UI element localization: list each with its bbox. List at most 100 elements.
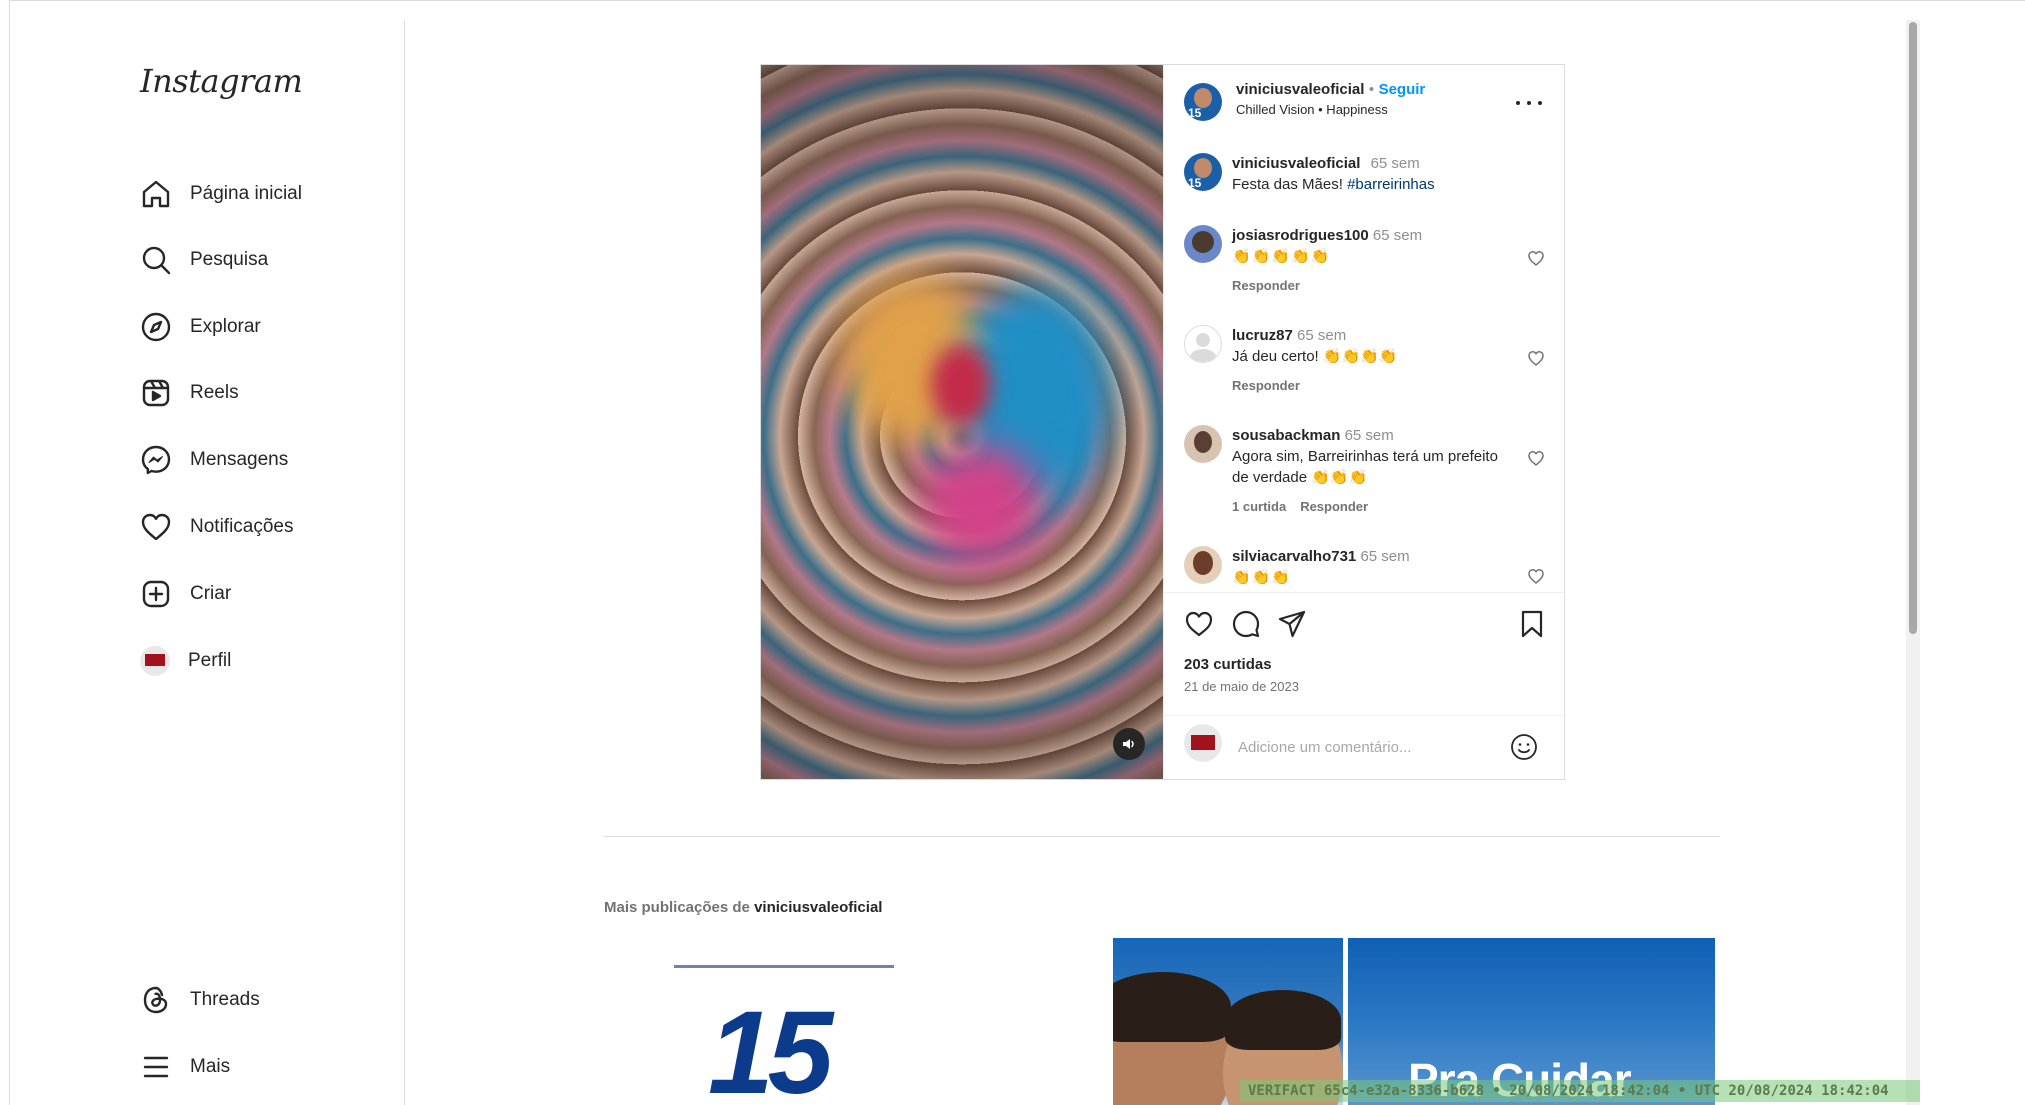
nav-messages-label: Mensagens (190, 449, 289, 470)
author-avatar[interactable] (1184, 83, 1222, 121)
sidebar: Instagram Página inicial Pesquisa Explor… (10, 20, 405, 1105)
nav-threads[interactable]: Threads (140, 980, 400, 1020)
comment-avatar[interactable] (1184, 425, 1222, 463)
post-video[interactable] (761, 65, 1163, 779)
nav-notifications[interactable]: Notificações (140, 507, 400, 547)
audio-toggle-button[interactable] (1113, 728, 1145, 760)
dot (1516, 101, 1520, 105)
instagram-logo[interactable]: Instagram (140, 62, 303, 100)
threads-icon (143, 986, 168, 1014)
nav-notifications-label: Notificações (190, 516, 294, 537)
verification-stamp: VERIFACT 65c4-e32a-8336-b628 • 20/08/202… (1240, 1080, 1920, 1102)
more-posts-heading: Mais publicações de viniciusvaleoficial (604, 899, 882, 916)
add-comment-bar (1164, 715, 1565, 780)
comment-time: 65 sem (1372, 227, 1423, 244)
window-top-border (0, 0, 2025, 1)
comment-time: 65 sem (1297, 327, 1347, 344)
caption-time: 65 sem (1370, 155, 1420, 172)
comment-input[interactable] (1236, 734, 1500, 760)
comment-text: Agora sim, Barreirinhas terá um prefeito… (1232, 448, 1498, 486)
nav-threads-label: Threads (190, 989, 260, 1010)
reply-button[interactable]: Responder (1232, 278, 1300, 293)
comment-avatar[interactable] (1184, 546, 1222, 584)
thumbnail-person-hair (1225, 990, 1341, 1050)
bookmark-icon[interactable] (1517, 609, 1547, 639)
more-posts-username[interactable]: viniciusvaleoficial (754, 899, 882, 916)
post-card: viniciusvaleoficial • Seguir Chilled Vis… (760, 64, 1565, 780)
author-username[interactable]: viniciusvaleoficial (1236, 81, 1364, 98)
comment-like-heart-icon[interactable] (1527, 249, 1545, 267)
comment-likes-count[interactable]: 1 curtida (1232, 499, 1286, 514)
follow-button[interactable]: Seguir (1379, 81, 1426, 98)
nav-search-label: Pesquisa (190, 249, 269, 270)
comment-username[interactable]: sousabackman (1232, 427, 1340, 444)
nav-profile[interactable]: Perfil (140, 641, 400, 681)
window-left-border (0, 0, 10, 1105)
thumbnail-person-hair (1113, 972, 1231, 1042)
comment-username[interactable]: silviacarvalho731 (1232, 548, 1356, 565)
nav-home[interactable]: Página inicial (140, 174, 400, 214)
post-date: 21 de maio de 2023 (1184, 679, 1299, 694)
home-icon (142, 180, 170, 208)
speaker-icon (1123, 739, 1134, 749)
comment-bubble-icon[interactable] (1231, 609, 1261, 639)
post-actions: 203 curtidas 21 de maio de 2023 (1164, 592, 1565, 694)
nav-more-label: Mais (190, 1056, 231, 1077)
caption-text-line: Festa das Mães! #barreirinhas (1232, 174, 1512, 195)
reply-button[interactable]: Responder (1300, 499, 1368, 514)
comment-like-heart-icon[interactable] (1527, 349, 1545, 367)
post-header: viniciusvaleoficial • Seguir Chilled Vis… (1164, 65, 1565, 141)
comment-text: 👏👏👏 (1232, 569, 1292, 586)
thumbnail-number: 15 (708, 987, 833, 1105)
post-sidebar: viniciusvaleoficial • Seguir Chilled Vis… (1163, 65, 1565, 779)
nav-explore[interactable]: Explorar (140, 307, 400, 347)
nav-create[interactable]: Criar (140, 574, 400, 614)
caption-avatar[interactable] (1184, 153, 1222, 191)
profile-avatar-icon (140, 646, 170, 676)
comment-avatar[interactable] (1184, 225, 1222, 263)
reply-button[interactable]: Responder (1232, 378, 1300, 393)
comment-body: silviacarvalho731 65 sem 👏👏👏 (1232, 546, 1512, 588)
comments-list[interactable]: viniciusvaleoficial 65 sem Festa das Mãe… (1164, 141, 1565, 657)
comment-time: 65 sem (1360, 548, 1410, 565)
page-scrollbar-thumb[interactable] (1909, 22, 1917, 634)
audio-track[interactable]: Chilled Vision • Happiness (1236, 102, 1516, 117)
video-vignette (761, 65, 1163, 779)
post-header-text: viniciusvaleoficial • Seguir Chilled Vis… (1236, 81, 1516, 117)
more-posts-prefix: Mais publicações de (604, 899, 755, 916)
comment-like-heart-icon[interactable] (1527, 567, 1545, 585)
more-options-icon[interactable] (1516, 93, 1542, 113)
section-divider (604, 836, 1720, 837)
more-post-thumbnail[interactable]: 15 (604, 938, 971, 1105)
thumbnail-text-strip (674, 965, 894, 968)
likes-count[interactable]: 203 curtidas (1184, 656, 1272, 673)
comment-avatar[interactable] (1184, 325, 1222, 363)
current-user-avatar (1184, 724, 1222, 762)
share-send-icon[interactable] (1277, 609, 1307, 639)
caption-hashtag[interactable]: #barreirinhas (1347, 176, 1435, 193)
comment-like-heart-icon[interactable] (1527, 449, 1545, 467)
reels-icon (142, 379, 170, 407)
comment-username[interactable]: lucruz87 (1232, 327, 1293, 344)
comment-body: lucruz87 65 sem Já deu certo! 👏👏👏👏 Respo… (1232, 325, 1512, 396)
caption-body: viniciusvaleoficial 65 sem Festa das Mãe… (1232, 153, 1512, 195)
like-heart-icon[interactable] (1184, 609, 1214, 639)
comment-meta: Responder (1232, 275, 1512, 296)
comment-text: 👏👏👏👏👏 (1232, 248, 1331, 265)
nav-search[interactable]: Pesquisa (140, 240, 400, 280)
menu-icon (143, 1056, 169, 1078)
header-separator: • (1368, 81, 1375, 98)
nav-more[interactable]: Mais (140, 1047, 400, 1087)
messenger-icon (141, 445, 171, 475)
comment-meta: Responder (1232, 375, 1512, 396)
nav-reels-label: Reels (190, 382, 239, 403)
nav-messages[interactable]: Mensagens (140, 440, 400, 480)
caption-username[interactable]: viniciusvaleoficial (1232, 155, 1360, 172)
nav-reels[interactable]: Reels (140, 373, 400, 413)
emoji-picker-icon[interactable] (1509, 732, 1539, 762)
nav-profile-label: Perfil (188, 650, 232, 671)
heart-icon (141, 513, 171, 541)
search-icon (142, 246, 171, 275)
caption-text: Festa das Mães! (1232, 176, 1348, 193)
comment-username[interactable]: josiasrodrigues100 (1232, 227, 1369, 244)
